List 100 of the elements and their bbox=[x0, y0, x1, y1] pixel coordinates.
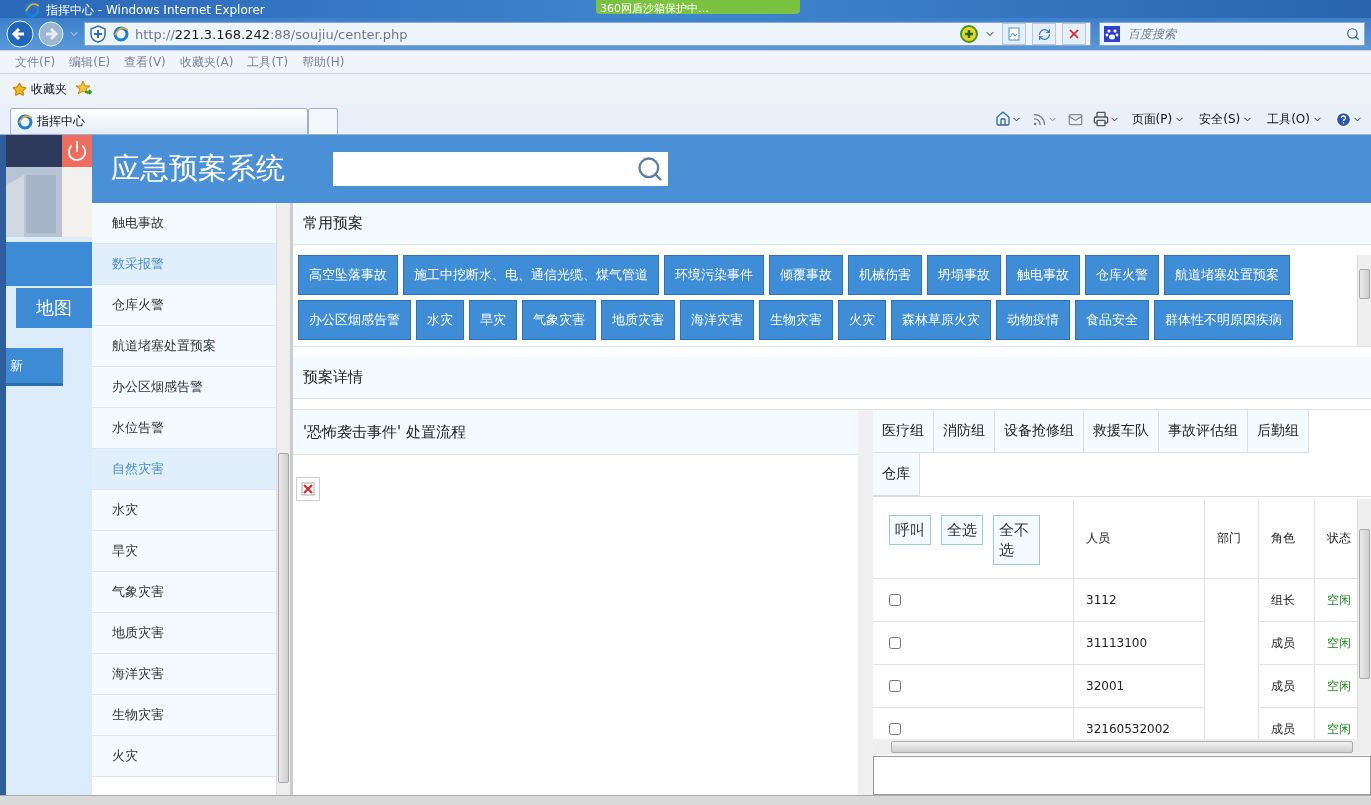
column-header: 角色 bbox=[1259, 499, 1315, 579]
sidebar-category[interactable]: 自然灾害 bbox=[92, 449, 276, 490]
scrollbar[interactable] bbox=[276, 203, 290, 795]
stop-button[interactable] bbox=[1062, 23, 1086, 45]
favorites-button[interactable]: 收藏夹 bbox=[10, 78, 69, 100]
sidebar-item[interactable]: 地质灾害 bbox=[92, 613, 276, 654]
browser-logo-icon bbox=[113, 26, 129, 42]
sidebar-item[interactable]: 生物灾害 bbox=[92, 695, 276, 736]
search-field[interactable]: 百度搜索 bbox=[1099, 22, 1365, 46]
plan-button[interactable]: 坍塌事故 bbox=[927, 255, 1001, 295]
search-icon[interactable] bbox=[636, 155, 664, 183]
group-tab[interactable]: 后勤组 bbox=[1248, 410, 1309, 453]
table-cell: 31113100 bbox=[1074, 622, 1205, 665]
notice-text: 360网盾沙箱保护中… bbox=[600, 3, 709, 14]
plan-button[interactable]: 环境污染事件 bbox=[664, 255, 764, 295]
sidebar-item[interactable]: 触电事故 bbox=[92, 203, 276, 244]
group-tab[interactable]: 消防组 bbox=[934, 410, 995, 453]
search-field[interactable] bbox=[333, 152, 668, 186]
plan-button[interactable]: 机械伤害 bbox=[848, 255, 922, 295]
action-button[interactable]: 呼叫 bbox=[889, 515, 931, 545]
search-icon[interactable] bbox=[1346, 27, 1360, 41]
row-checkbox[interactable] bbox=[889, 680, 901, 692]
sidebar-item[interactable]: 海洋灾害 bbox=[92, 654, 276, 695]
action-button[interactable]: 全不选 bbox=[993, 515, 1040, 565]
search-input[interactable]: 百度搜索 bbox=[1126, 26, 1340, 42]
compatibility-button[interactable] bbox=[1002, 23, 1026, 45]
scrollbar[interactable] bbox=[1357, 499, 1371, 739]
sidebar-item[interactable]: 气象灾害 bbox=[92, 572, 276, 613]
shield-icon[interactable] bbox=[89, 25, 107, 43]
menu-item[interactable]: 编辑(E) bbox=[62, 53, 118, 71]
row-checkbox[interactable] bbox=[889, 723, 901, 735]
plan-button[interactable]: 航道堵塞处置预案 bbox=[1164, 255, 1290, 295]
mail-icon bbox=[1067, 111, 1083, 127]
close-icon bbox=[1067, 27, 1081, 41]
window-title: 指挥中心 - Windows Internet Explorer bbox=[46, 2, 265, 18]
group-tab[interactable]: 仓库 bbox=[873, 453, 920, 496]
back-button[interactable] bbox=[6, 20, 34, 48]
refresh-button[interactable] bbox=[1032, 23, 1056, 45]
sidebar-item[interactable]: 仓库火警 bbox=[92, 285, 276, 326]
plan-button[interactable]: 施工中挖断水、电、通信光缆、煤气管道 bbox=[403, 255, 659, 295]
command-button[interactable]: 页面(P) bbox=[1127, 110, 1190, 128]
plan-button[interactable]: 食品安全 bbox=[1075, 300, 1149, 340]
menu-item[interactable]: 收藏夹(A) bbox=[172, 53, 241, 71]
row-checkbox[interactable] bbox=[889, 594, 901, 606]
sidebar-item[interactable]: 水位告警 bbox=[92, 408, 276, 449]
sidebar-item[interactable]: 航道堵塞处置预案 bbox=[92, 326, 276, 367]
menu-item[interactable]: 工具(T) bbox=[240, 53, 296, 71]
sidebar-item[interactable]: 办公区烟感告警 bbox=[92, 367, 276, 408]
forward-button[interactable] bbox=[38, 21, 64, 47]
sidebar-item[interactable]: 水灾 bbox=[92, 490, 276, 531]
column-header: 人员 bbox=[1074, 499, 1205, 579]
plan-button[interactable]: 水灾 bbox=[416, 300, 464, 340]
plan-button[interactable]: 生物灾害 bbox=[759, 300, 833, 340]
plan-button[interactable]: 仓库火警 bbox=[1085, 255, 1159, 295]
help-icon bbox=[1335, 110, 1352, 128]
menu-item[interactable]: 帮助(H) bbox=[295, 53, 352, 71]
menu-item[interactable]: 文件(F) bbox=[8, 53, 63, 71]
plan-button[interactable]: 高空坠落事故 bbox=[298, 255, 398, 295]
command-button[interactable]: 安全(S) bbox=[1195, 110, 1258, 128]
scrollbar[interactable] bbox=[1357, 255, 1371, 346]
refresh-icon bbox=[1037, 27, 1051, 41]
group-tab[interactable]: 事故评估组 bbox=[1159, 410, 1248, 453]
new-tab-button[interactable] bbox=[308, 108, 338, 134]
plan-button[interactable]: 气象灾害 bbox=[522, 300, 596, 340]
plan-button[interactable]: 旱灾 bbox=[469, 300, 517, 340]
plan-button[interactable]: 群体性不明原因疾病 bbox=[1154, 300, 1293, 340]
plan-button[interactable]: 动物疫情 bbox=[996, 300, 1070, 340]
power-button[interactable] bbox=[62, 135, 92, 167]
star-icon bbox=[12, 81, 27, 97]
rss-icon bbox=[1031, 111, 1047, 127]
browser-tab[interactable]: 指挥中心 bbox=[10, 108, 308, 134]
section-title: 常用预案 bbox=[293, 203, 1371, 245]
group-tab[interactable]: 设备抢修组 bbox=[995, 410, 1084, 453]
action-button[interactable]: 全选 bbox=[941, 515, 983, 545]
plan-button[interactable]: 办公区烟感告警 bbox=[298, 300, 411, 340]
plus-badge-icon[interactable] bbox=[960, 25, 978, 43]
group-tab[interactable]: 医疗组 bbox=[873, 410, 934, 453]
map-button[interactable]: 地图 bbox=[16, 288, 92, 328]
add-favorite-icon[interactable] bbox=[75, 80, 93, 98]
table-cell: 组长 bbox=[1259, 579, 1315, 622]
power-icon bbox=[66, 140, 88, 162]
refresh-link-button[interactable]: 新 bbox=[6, 348, 63, 386]
plan-button[interactable]: 海洋灾害 bbox=[680, 300, 754, 340]
command-button[interactable]: 工具(O) bbox=[1263, 110, 1327, 128]
plan-button[interactable]: 火灾 bbox=[838, 300, 886, 340]
app-title: 应急预案系统 bbox=[111, 150, 285, 187]
group-tab[interactable]: 救援车队 bbox=[1084, 410, 1159, 453]
printer-icon bbox=[1092, 111, 1109, 127]
menu-item[interactable]: 查看(V) bbox=[117, 53, 173, 71]
plan-button[interactable]: 地质灾害 bbox=[601, 300, 675, 340]
plan-button[interactable]: 森林草原火灾 bbox=[891, 300, 991, 340]
sidebar-item[interactable]: 旱灾 bbox=[92, 531, 276, 572]
scrollbar[interactable] bbox=[873, 739, 1371, 755]
sidebar-category[interactable]: 数采报警 bbox=[92, 244, 276, 285]
browser-logo-icon bbox=[24, 2, 40, 18]
row-checkbox[interactable] bbox=[889, 637, 901, 649]
plan-button[interactable]: 倾覆事故 bbox=[769, 255, 843, 295]
sidebar-item[interactable]: 火灾 bbox=[92, 736, 276, 777]
table-cell: 成员 bbox=[1259, 622, 1315, 665]
plan-button[interactable]: 触电事故 bbox=[1006, 255, 1080, 295]
